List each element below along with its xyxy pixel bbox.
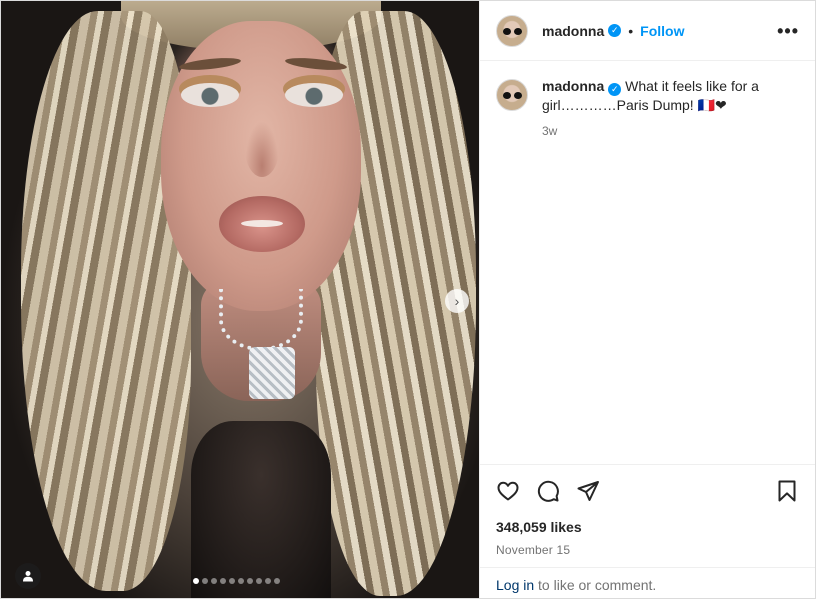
post-media[interactable]: › (1, 1, 479, 598)
verified-badge-icon: ✓ (608, 82, 622, 96)
face-shape (161, 21, 361, 311)
verified-badge-icon: ✓ (608, 24, 622, 37)
user-tag-icon (23, 571, 33, 582)
eyebrow-shape (178, 55, 242, 73)
username-link[interactable]: madonna (542, 23, 604, 39)
carousel-dot (274, 578, 280, 584)
post-actions-area: 348,059 likes November 15 (480, 464, 815, 557)
bookmark-icon[interactable] (775, 479, 799, 503)
heart-icon[interactable] (496, 479, 520, 503)
action-bar (496, 465, 799, 517)
chevron-right-icon: › (454, 293, 460, 309)
post-header: madonna ✓ • Follow ••• (480, 1, 815, 61)
avatar[interactable] (496, 14, 528, 47)
eye-shape (181, 83, 239, 107)
carousel-dot (247, 578, 253, 584)
carousel-indicator (193, 578, 280, 584)
carousel-dot (220, 578, 226, 584)
avatar[interactable] (496, 79, 528, 111)
carousel-dot (256, 578, 262, 584)
follow-button[interactable]: Follow (640, 23, 684, 39)
post-sidebar: madonna ✓ • Follow ••• madonna ✓ What it … (479, 1, 815, 598)
caption-body: madonna ✓ What it feels like for a girl……… (542, 77, 782, 140)
post-dialog: › madonna ✓ • Follow ••• madonna ✓ What … (0, 0, 816, 599)
carousel-dot (211, 578, 217, 584)
login-link[interactable]: Log in (496, 577, 534, 593)
carousel-dot (193, 578, 199, 584)
eye-shape (285, 83, 343, 107)
carousel-dot (229, 578, 235, 584)
carousel-dot (202, 578, 208, 584)
login-prompt-text: to like or comment. (534, 577, 657, 593)
share-icon[interactable] (576, 479, 600, 503)
comment-icon[interactable] (536, 479, 560, 503)
more-options-icon[interactable]: ••• (777, 22, 799, 40)
carousel-next-button[interactable]: › (445, 289, 469, 313)
separator-dot: • (628, 22, 634, 39)
post-caption: madonna ✓ What it feels like for a girl……… (480, 61, 815, 140)
carousel-dot (238, 578, 244, 584)
caption-timestamp[interactable]: 3w (542, 122, 782, 140)
caption-username-link[interactable]: madonna (542, 78, 604, 94)
torso-shape (191, 421, 331, 598)
hair-shape (21, 11, 191, 591)
tagged-users-button[interactable] (15, 563, 41, 589)
lips-shape (219, 196, 305, 252)
necklace-pendant (249, 347, 295, 399)
post-date: November 15 (496, 543, 571, 557)
likes-count[interactable]: 348,059 likes (496, 519, 799, 535)
nose-shape (245, 121, 279, 177)
carousel-dot (265, 578, 271, 584)
necklace-chain (219, 289, 303, 351)
login-prompt: Log in to like or comment. (480, 567, 815, 598)
